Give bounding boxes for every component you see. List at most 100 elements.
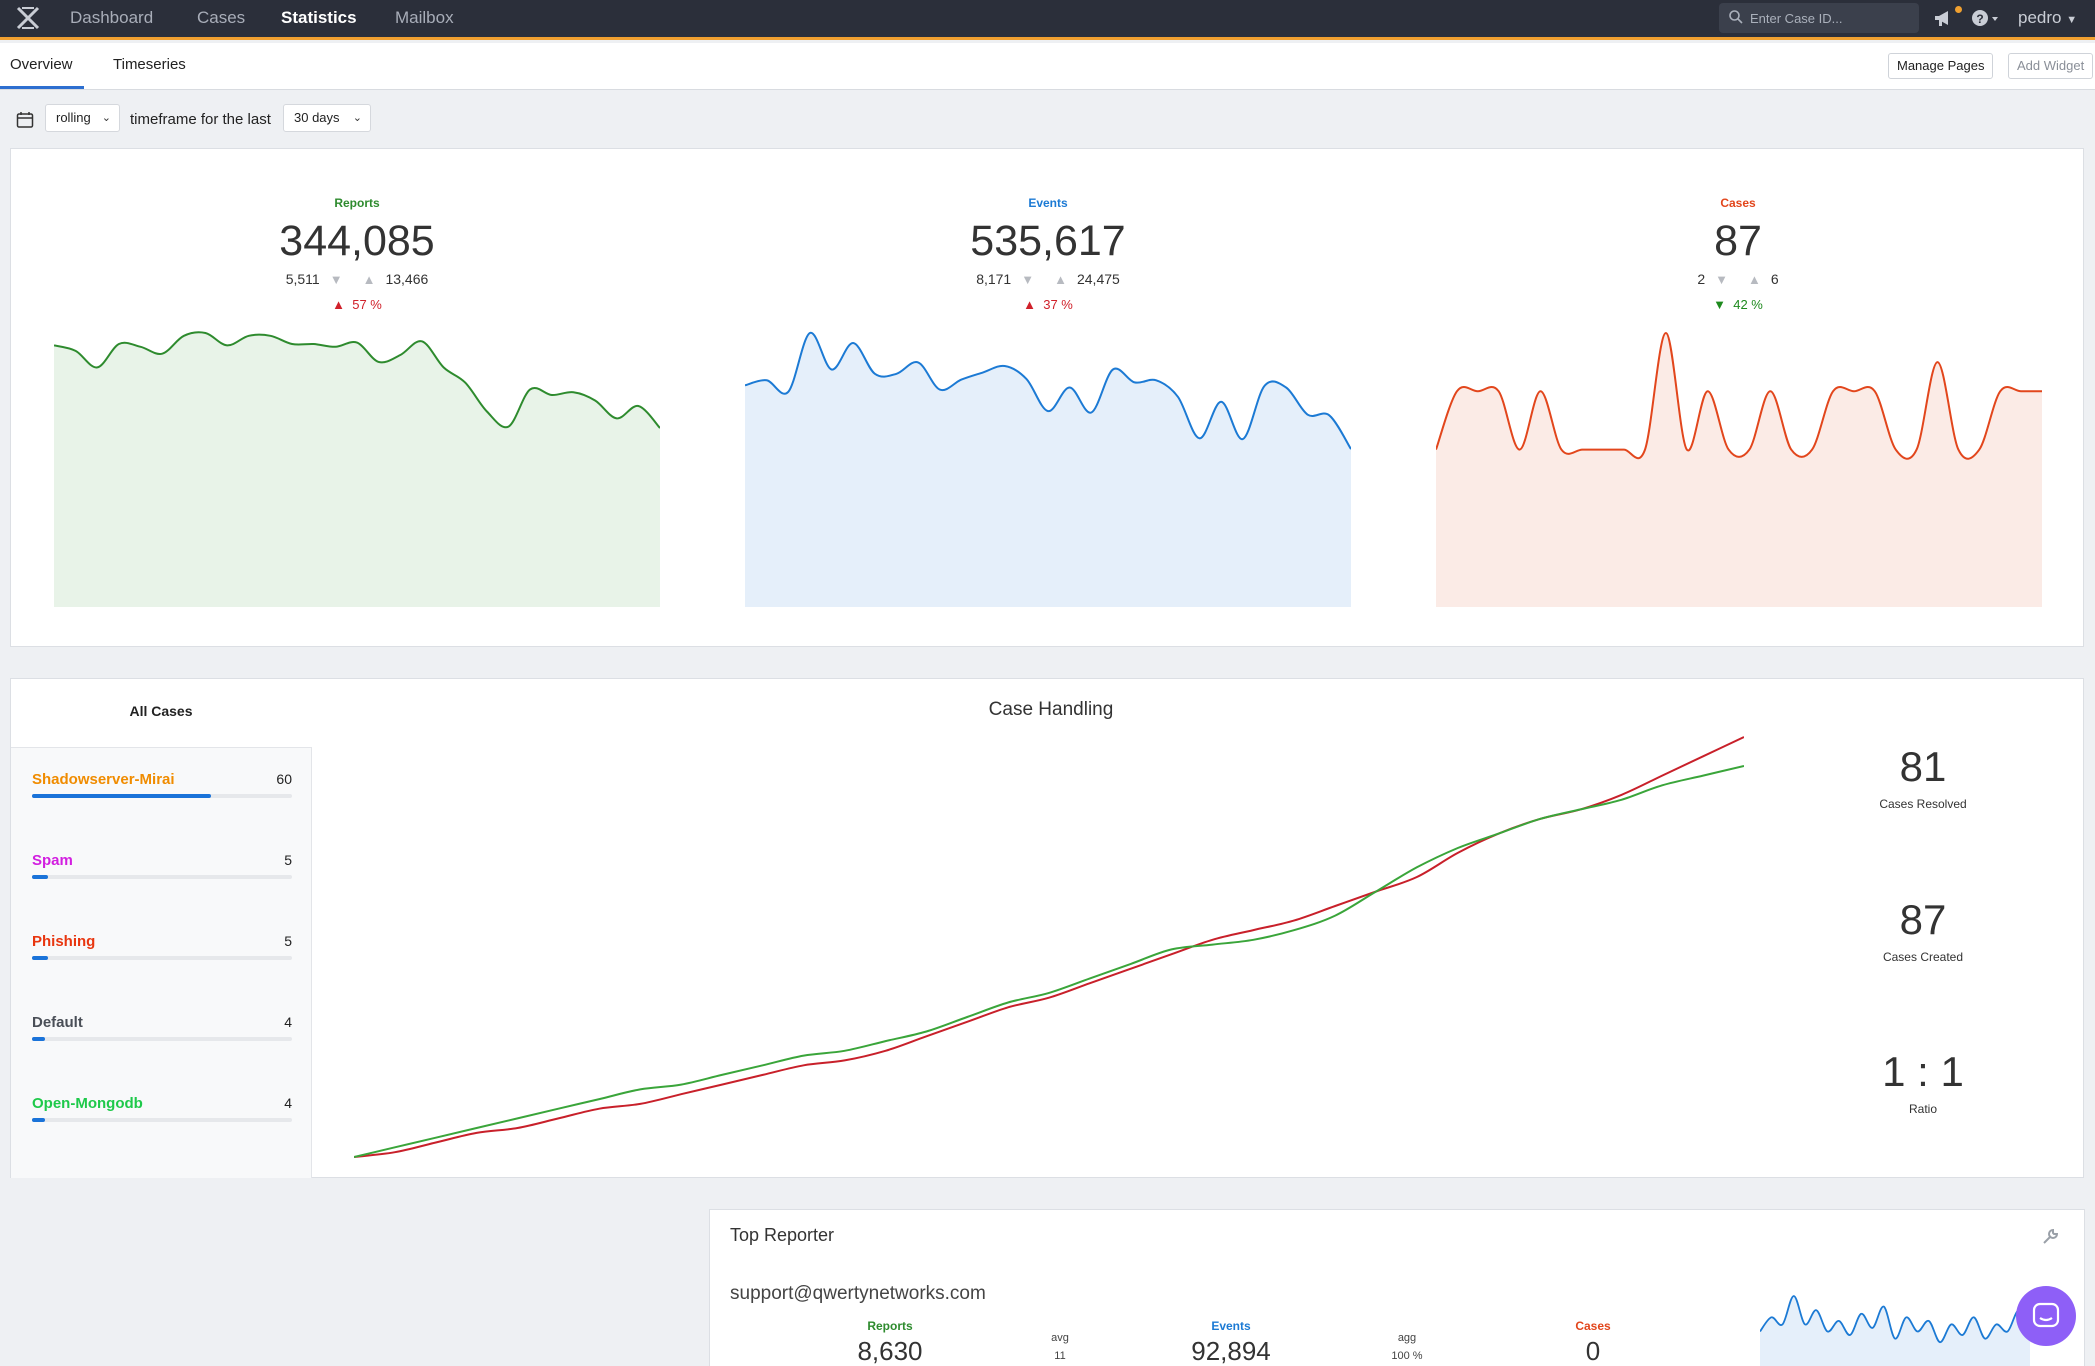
top-reporter-avg-label: avg [1051,1332,1069,1344]
top-reporter-reports-label: Reports [867,1319,913,1333]
progress-track [32,1118,292,1122]
case-type-count: 5 [284,933,292,949]
triangle-up-icon: ▲ [1748,272,1761,287]
top-reporter-cases-value: 0 [1585,1336,1601,1366]
all-cases-list: Shadowserver-Mirai 60 Spam 5 Phishing 5 … [11,747,312,1178]
cases-resolved-label: Cases Resolved [1879,797,1967,811]
kpi-events-minmax: 8,171 ▼ ▲ 24,475 [898,271,1198,287]
case-type-count: 4 [284,1014,292,1030]
kpi-panel: Reports 344,085 5,511 ▼ ▲ 13,466 ▲ 57 % Eve… [10,148,2084,647]
kpi-events-min: 8,171 [976,271,1012,287]
progress-track [32,1037,292,1041]
kpi-reports-change: ▲ 57 % [257,297,457,312]
top-reporter-agg-label: agg [1397,1332,1417,1344]
case-type-name: Spam [32,852,73,869]
nav-dashboard[interactable]: Dashboard [70,8,153,28]
progress-bar [32,1118,45,1122]
active-tab-indicator [0,86,84,89]
megaphone-icon[interactable] [1933,9,1955,29]
kpi-events-max: 24,475 [1076,271,1120,287]
kpi-reports-minmax: 5,511 ▼ ▲ 13,466 [207,271,507,287]
kpi-cases-total: 87 [1714,217,1762,265]
triangle-up-icon: ▲ [1054,272,1067,287]
user-name: pedro [2018,8,2062,27]
list-item[interactable]: Open-Mongodb 4 [32,1095,292,1145]
nav-statistics[interactable]: Statistics [281,8,357,28]
progress-track [32,956,292,960]
top-reporter-events-value: 92,894 [1191,1336,1271,1366]
kpi-events-total: 535,617 [970,217,1126,265]
user-menu[interactable]: pedro ▼ [2018,8,2077,28]
progress-track [32,794,292,798]
cases-resolved-value: 81 [1899,743,1947,790]
case-type-count: 5 [284,852,292,868]
kpi-reports-total: 344,085 [279,217,435,265]
top-reporter-panel: Top Reporter support@qwertynetworks.com … [709,1209,2085,1366]
all-cases-title: All Cases [129,703,193,719]
top-reporter-reports-value: 8,630 [857,1336,923,1366]
ratio-value: 1 : 1 [1882,1048,1964,1095]
chevron-down-icon: ⌄ [101,112,111,124]
top-reporter-agg-value: 100 % [1391,1350,1423,1362]
top-reporter-area-fill [1760,1296,2030,1366]
cases-created-label: Cases Created [1882,950,1964,964]
kpi-reports-max: 13,466 [385,271,429,287]
progress-bar [32,1037,45,1041]
progress-bar [32,875,48,879]
nav-mailbox[interactable]: Mailbox [395,8,454,28]
cases-created-value: 87 [1899,896,1947,943]
reports-area-fill [54,332,660,607]
timeframe-mode-select[interactable]: rolling ⌄ [45,104,120,132]
kpi-events-change: ▲ 37 % [948,297,1148,312]
case-id-input[interactable] [1750,8,1910,28]
search-icon [1729,10,1743,24]
list-item[interactable]: Phishing 5 [32,933,292,983]
top-reporter-email: support@qwertynetworks.com [730,1283,986,1304]
kpi-cases-minmax: 2 ▼ ▲ 6 [1588,271,1888,287]
ratio-label: Ratio [1908,1102,1937,1116]
kpi-cases-title: Cases [1720,196,1756,210]
case-type-name: Shadowserver-Mirai [32,771,175,788]
calendar-icon[interactable] [16,111,34,129]
case-search[interactable] [1719,3,1919,33]
list-item[interactable]: Spam 5 [32,852,292,902]
timeframe-label: timeframe for the last [130,111,271,128]
list-item[interactable]: Default 4 [32,1014,292,1064]
timeframe-mode-value: rolling [56,110,91,125]
triangle-down-icon: ▼ [1715,272,1728,287]
tab-overview[interactable]: Overview [10,56,73,73]
notification-dot [1955,6,1962,13]
timeframe-period-select[interactable]: 30 days ⌄ [283,104,371,132]
kpi-cases-min: 2 [1697,271,1706,287]
chevron-down-icon: ⌄ [352,112,362,124]
kpi-events-title: Events [1028,196,1068,210]
case-handling-line-chart [354,736,1744,1158]
nav-cases[interactable]: Cases [197,8,245,28]
kpi-cases-change-value: 42 % [1733,297,1763,312]
chevron-down-icon: ▼ [2066,14,2078,26]
case-type-name: Phishing [32,933,96,950]
tab-timeseries[interactable]: Timeseries [113,56,186,73]
chat-launcher-button[interactable] [2016,1286,2076,1346]
triangle-down-icon: ▼ [329,272,343,287]
list-item[interactable]: Shadowserver-Mirai 60 [32,771,292,821]
top-reporter-cases-label: Cases [1575,1319,1611,1333]
timeframe-period-value: 30 days [294,110,340,125]
wrench-icon[interactable] [2041,1228,2059,1246]
triangle-up-icon: ▲ [362,272,376,287]
case-handling-title: Case Handling [988,699,1114,720]
help-icon[interactable]: ? [1971,9,2001,29]
triangle-down-icon: ▼ [1021,272,1035,287]
add-widget-button[interactable]: Add Widget [2008,53,2094,79]
x-logo-icon[interactable] [14,4,42,32]
kpi-reports-min: 5,511 [285,271,320,287]
case-type-name: Open-Mongodb [32,1095,143,1112]
top-reporter-sparkline [1760,1295,2030,1366]
case-type-name: Default [32,1014,83,1031]
cases-area-fill [1436,333,2042,607]
arrow-down-icon: ▼ [1713,297,1726,312]
arrow-up-icon: ▲ [1023,297,1036,312]
manage-pages-button[interactable]: Manage Pages [1888,53,1994,79]
events-sparkline-chart [745,332,1351,607]
top-reporter-title: Top Reporter [730,1225,835,1245]
